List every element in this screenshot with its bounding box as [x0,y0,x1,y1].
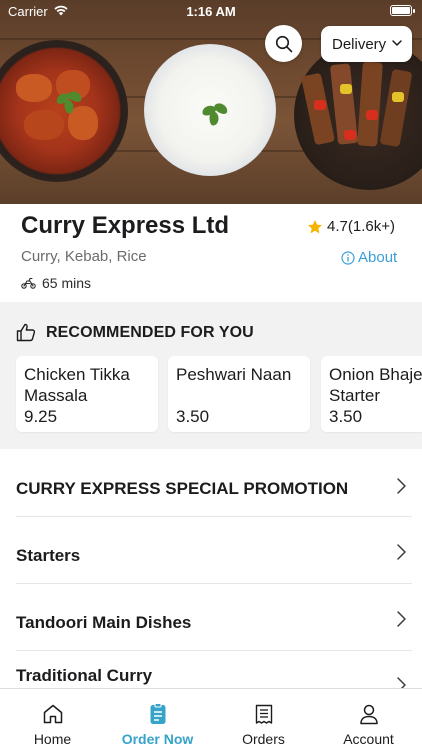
status-bar: Carrier 1:16 AM [0,0,422,22]
home-icon [43,704,62,724]
chevron-right-icon [397,544,406,560]
category-row[interactable]: Starters [0,517,422,584]
category-label: CURRY EXPRESS SPECIAL PROMOTION [16,479,349,498]
tab-label: Order Now [121,731,194,747]
curry-dish-image [0,40,128,182]
recommended-item[interactable]: Peshwari Naan 3.50 [168,356,310,432]
recommended-section: RECOMMENDED FOR YOU Chicken Tikka Massal… [0,302,422,449]
about-link[interactable]: About [341,249,397,266]
user-icon [359,704,378,725]
cuisine-list: Curry, Kebab, Rice [21,248,147,265]
category-label: Starters [16,546,81,565]
clock-label: 1:16 AM [186,4,236,19]
recommended-item[interactable]: Onion Bhaje Starter 3.50 [321,356,422,432]
rice-dish-image [144,44,276,176]
recommended-header: RECOMMENDED FOR YOU [16,323,254,342]
category-row[interactable]: Tandoori Main Dishes [0,584,422,651]
tab-home[interactable]: Home [0,689,105,750]
tab-account[interactable]: Account [316,689,421,750]
item-name-line: Onion Bhaje [329,365,422,384]
receipt-icon [255,704,272,724]
tab-bar: Home Order Now Orders Account [0,688,422,750]
star-icon [308,219,322,233]
delivery-mode-label: Delivery [332,35,387,53]
item-price: 9.25 [24,407,58,426]
about-label: About [358,249,398,266]
category-label: Traditional Curry [16,666,153,685]
tab-label: Home [33,731,72,747]
kebab-dish-image [294,40,422,190]
restaurant-info: Curry Express Ltd 4.7(1.6k+) Curry, Keba… [0,204,422,302]
thumbs-up-icon [16,323,36,342]
tab-order-now[interactable]: Order Now [105,689,210,750]
tab-label: Account [343,731,394,747]
scooter-icon [21,277,36,289]
item-price: 3.50 [329,407,363,426]
delivery-time: 65 mins [21,275,91,291]
item-name: Chicken Tikka Massala [24,365,130,405]
recommended-item[interactable]: Chicken Tikka Massala 9.25 [16,356,158,432]
delivery-mode-dropdown[interactable]: Delivery [321,26,412,62]
restaurant-name: Curry Express Ltd [21,212,230,239]
item-name-line: Starter [329,386,381,405]
rating-value: 4.7(1.6k+) [327,218,395,235]
category-label: Tandoori Main Dishes [16,613,192,632]
item-name: Onion Bhaje Starter [329,364,422,406]
chevron-down-icon [392,40,402,46]
rating: 4.7(1.6k+) [307,218,395,235]
chevron-right-icon [397,478,406,494]
recommended-title: RECOMMENDED FOR YOU [46,323,254,341]
eta-label: 65 mins [42,275,92,291]
item-name: Peshwari Naan [176,365,292,384]
chevron-right-icon [397,611,406,627]
category-row[interactable]: CURRY EXPRESS SPECIAL PROMOTION [0,450,422,517]
search-button[interactable] [265,25,302,62]
battery-icon [390,5,415,16]
info-icon [341,250,355,265]
tab-orders[interactable]: Orders [211,689,316,750]
search-icon [275,35,292,52]
order-icon [150,703,165,724]
tab-label: Orders [242,731,285,747]
item-price: 3.50 [176,407,210,426]
